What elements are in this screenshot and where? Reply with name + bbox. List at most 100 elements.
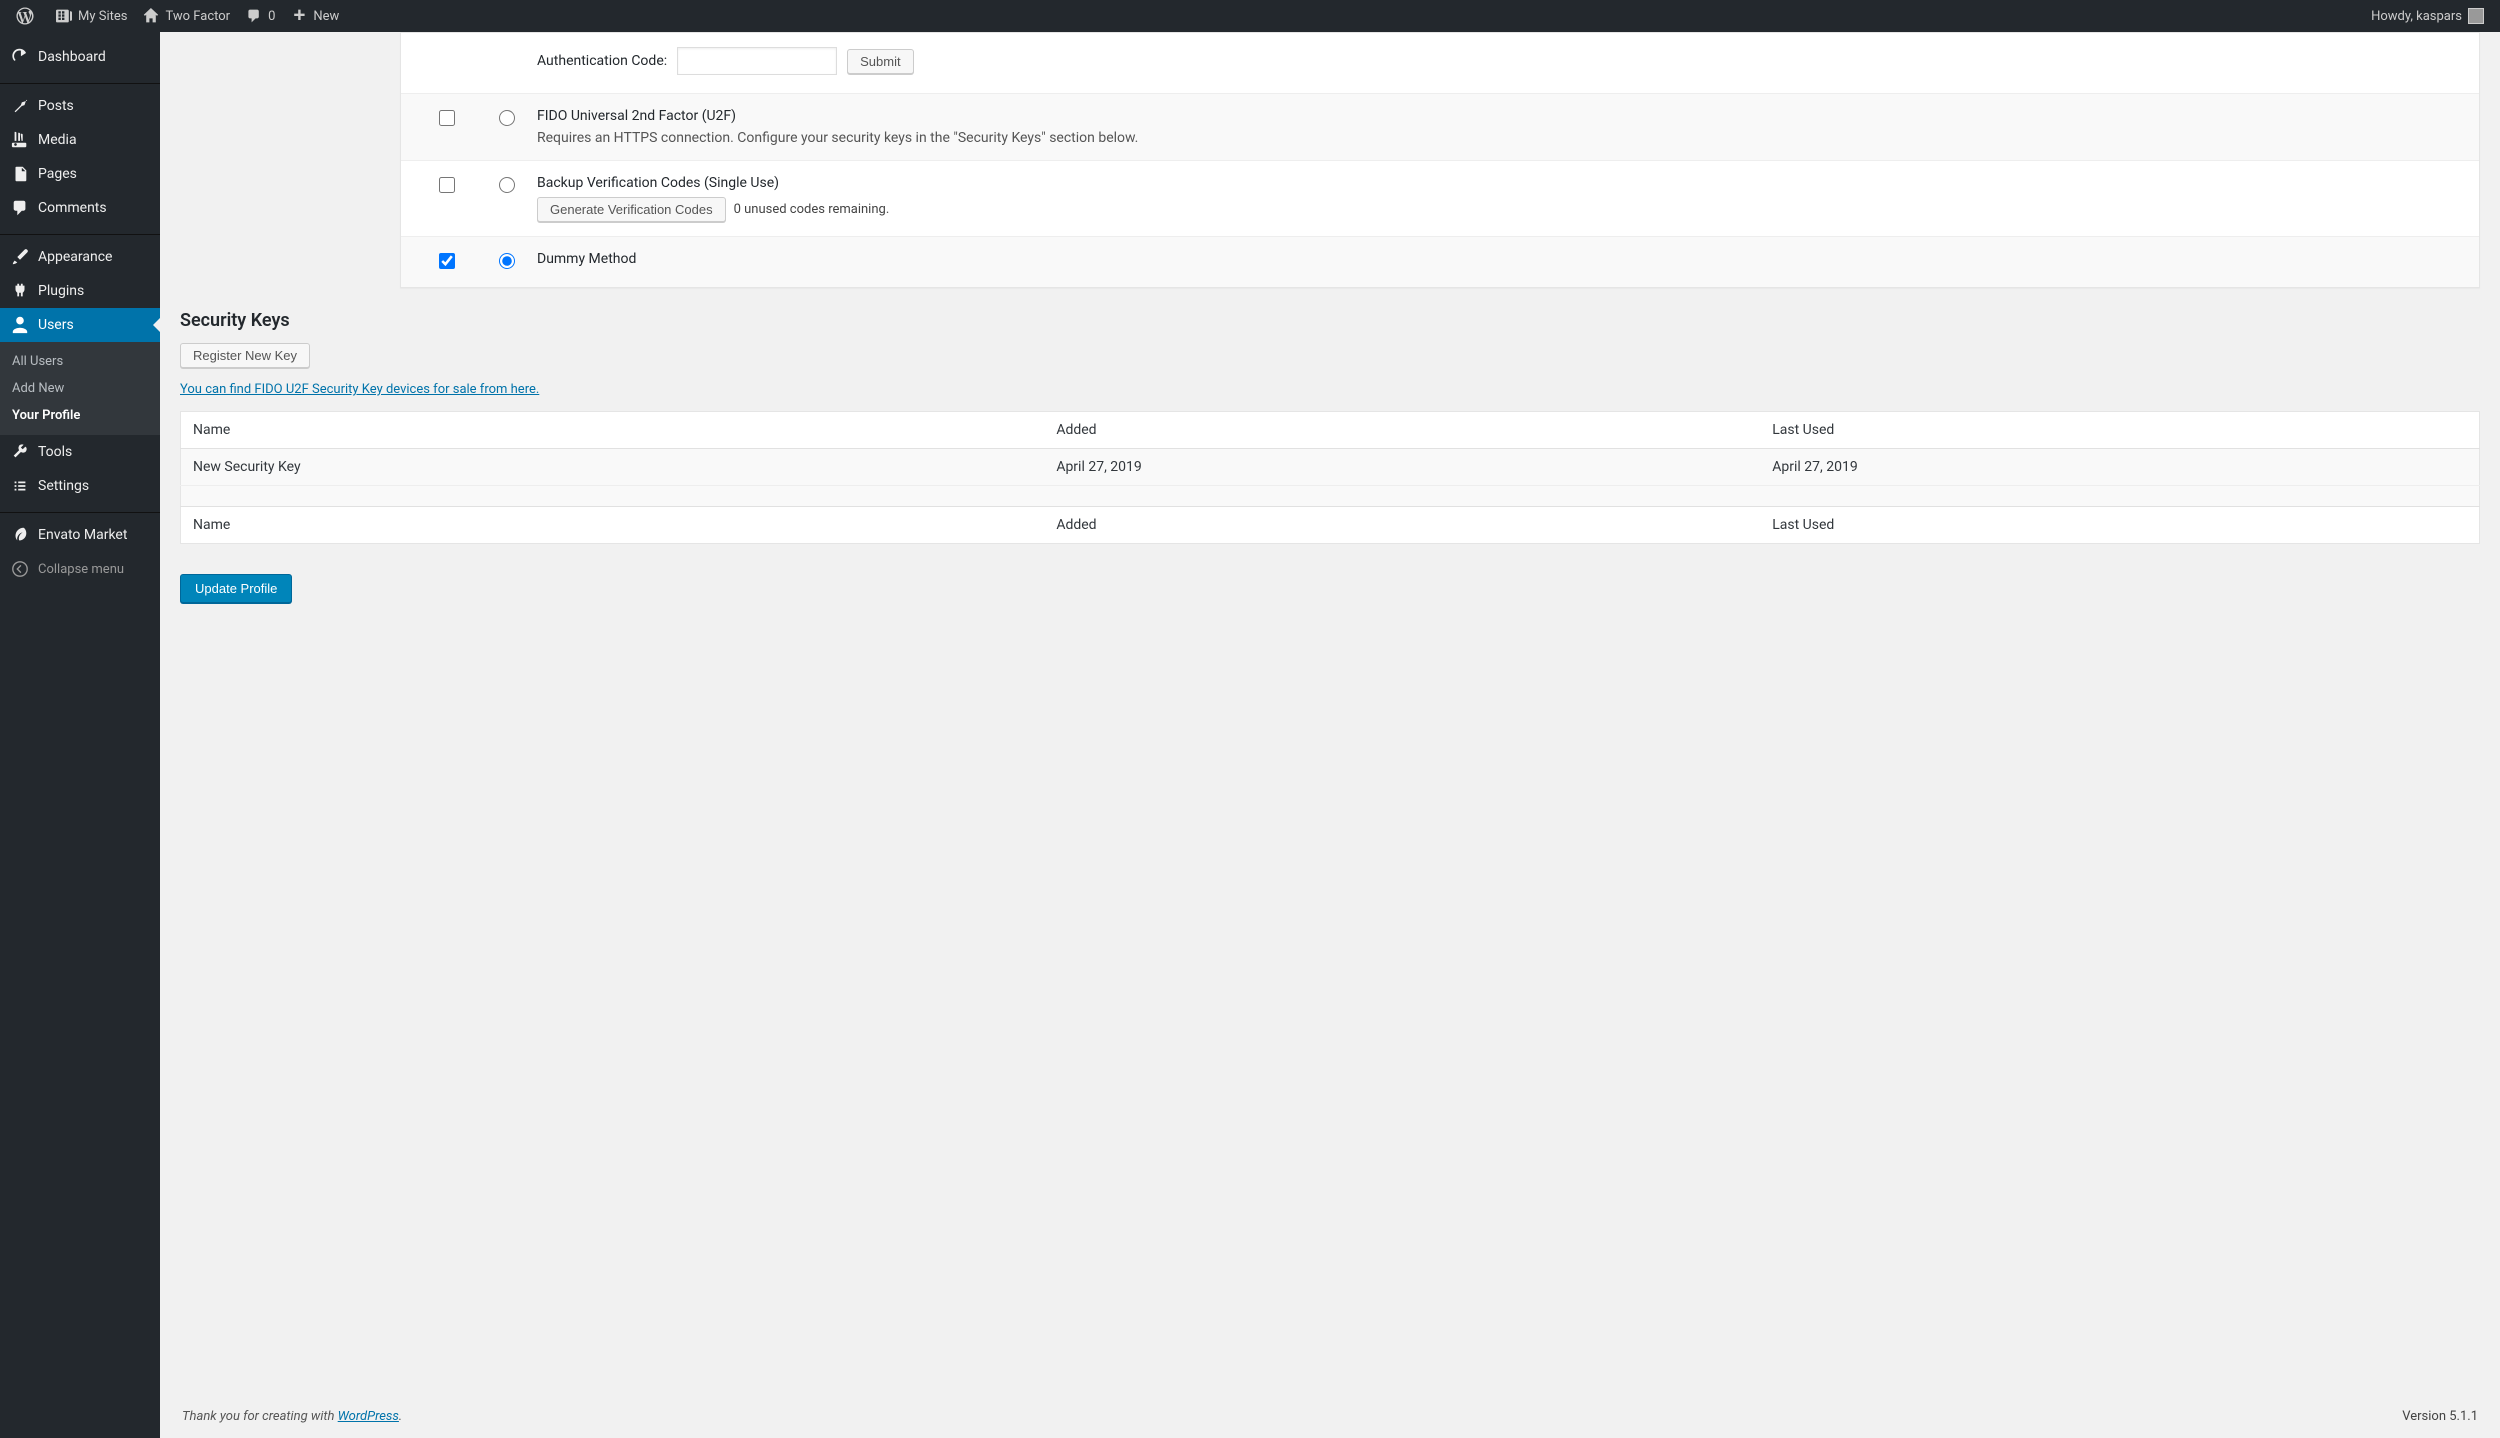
wrench-icon <box>10 443 30 461</box>
collapse-icon <box>10 560 30 578</box>
submit-button[interactable]: Submit <box>847 49 913 74</box>
my-account[interactable]: Howdy, kaspars <box>2363 0 2492 32</box>
main-content: Authentication Code: Submit FIDO Univers… <box>160 32 2500 1438</box>
sidebar-label: Posts <box>38 98 74 114</box>
pin-icon <box>10 97 30 115</box>
fido-enable-checkbox[interactable] <box>439 110 455 126</box>
backup-title: Backup Verification Codes (Single Use) <box>537 175 2463 191</box>
new-content[interactable]: New <box>283 0 347 32</box>
collapse-label: Collapse menu <box>38 562 124 577</box>
page-icon <box>10 165 30 183</box>
menu-separator <box>0 79 160 84</box>
two-factor-table: Authentication Code: Submit FIDO Univers… <box>400 32 2480 288</box>
sidebar-label: Settings <box>38 478 89 494</box>
wordpress-link[interactable]: WordPress <box>338 1409 399 1424</box>
tf-added: Added <box>1044 507 1760 544</box>
wp-logo[interactable] <box>8 0 48 32</box>
dummy-enable-checkbox[interactable] <box>439 253 455 269</box>
my-sites[interactable]: My Sites <box>48 0 135 32</box>
factor-row-backup: Backup Verification Codes (Single Use) G… <box>401 161 2479 237</box>
plugin-icon <box>10 282 30 300</box>
settings-icon <box>10 477 30 495</box>
sidebar-label: Comments <box>38 200 107 216</box>
register-key-button[interactable]: Register New Key <box>180 343 310 368</box>
factor-row-dummy: Dummy Method <box>401 237 2479 287</box>
dummy-primary-radio[interactable] <box>499 253 515 269</box>
my-sites-label: My Sites <box>78 9 127 24</box>
sidebar-item-envato[interactable]: Envato Market <box>0 518 160 552</box>
avatar <box>2468 8 2484 24</box>
comments-bubble[interactable]: 0 <box>238 0 283 32</box>
menu-separator <box>0 508 160 513</box>
sidebar-item-comments[interactable]: Comments <box>0 191 160 225</box>
fido-primary-radio[interactable] <box>499 110 515 126</box>
security-keys-heading: Security Keys <box>180 310 2480 331</box>
factor-row-authcode: Authentication Code: Submit <box>401 33 2479 94</box>
submenu-add-new[interactable]: Add New <box>0 375 160 402</box>
admin-bar-left: My Sites Two Factor 0 New <box>8 0 347 32</box>
admin-bar-right: Howdy, kaspars <box>2363 0 2492 32</box>
find-devices-link[interactable]: You can find FIDO U2F Security Key devic… <box>180 382 539 397</box>
backup-primary-radio[interactable] <box>499 177 515 193</box>
footer-thank: Thank you for creating with WordPress. <box>182 1409 402 1424</box>
dummy-title: Dummy Method <box>537 251 2463 267</box>
admin-sidebar: Dashboard Posts Media Pages Comments <box>0 32 160 1438</box>
submenu-all-users[interactable]: All Users <box>0 348 160 375</box>
submenu-your-profile[interactable]: Your Profile <box>0 402 160 429</box>
admin-bar: My Sites Two Factor 0 New Howdy, kaspars <box>0 0 2500 32</box>
tf-lastused: Last Used <box>1760 507 2479 544</box>
sidebar-item-tools[interactable]: Tools <box>0 435 160 469</box>
howdy-text: Howdy, kaspars <box>2371 9 2462 24</box>
update-profile-button[interactable]: Update Profile <box>180 574 292 603</box>
sidebar-label: Appearance <box>38 249 112 265</box>
sidebar-label: Tools <box>38 444 72 460</box>
site-name-label: Two Factor <box>165 9 230 24</box>
media-icon <box>10 131 30 149</box>
comment-count: 0 <box>268 9 275 24</box>
fido-title: FIDO Universal 2nd Factor (U2F) <box>537 108 2463 124</box>
auth-code-label: Authentication Code: <box>537 53 667 69</box>
sidebar-item-pages[interactable]: Pages <box>0 157 160 191</box>
collapse-menu[interactable]: Collapse menu <box>0 552 160 586</box>
backup-enable-checkbox[interactable] <box>439 177 455 193</box>
auth-code-input[interactable] <box>677 47 837 75</box>
sidebar-item-dashboard[interactable]: Dashboard <box>0 40 160 74</box>
backup-status: 0 unused codes remaining. <box>734 202 890 217</box>
comment-icon <box>246 8 262 24</box>
sidebar-item-appearance[interactable]: Appearance <box>0 240 160 274</box>
brush-icon <box>10 248 30 266</box>
sidebar-label: Media <box>38 132 77 148</box>
sidebar-label: Dashboard <box>38 49 106 65</box>
security-keys-table: Name Added Last Used New Security Key Ap… <box>180 411 2480 544</box>
plus-icon <box>291 8 307 24</box>
sidebar-label: Plugins <box>38 283 84 299</box>
th-name[interactable]: Name <box>181 412 1045 449</box>
version-text: Version 5.1.1 <box>2402 1409 2478 1424</box>
comments-icon <box>10 199 30 217</box>
table-row-spacer <box>181 486 2480 507</box>
user-icon <box>10 316 30 334</box>
cell-added: April 27, 2019 <box>1044 449 1760 486</box>
menu-separator <box>0 230 160 235</box>
sites-icon <box>56 8 72 24</box>
sidebar-item-users[interactable]: Users <box>0 308 160 342</box>
cell-name: New Security Key <box>181 449 1045 486</box>
th-lastused[interactable]: Last Used <box>1760 412 2479 449</box>
sidebar-label: Pages <box>38 166 77 182</box>
generate-codes-button[interactable]: Generate Verification Codes <box>537 197 726 222</box>
sidebar-item-posts[interactable]: Posts <box>0 89 160 123</box>
sidebar-label: Users <box>38 317 74 333</box>
dashboard-icon <box>10 48 30 66</box>
cell-lastused: April 27, 2019 <box>1760 449 2479 486</box>
leaf-icon <box>10 526 30 544</box>
home-icon <box>143 8 159 24</box>
sidebar-item-settings[interactable]: Settings <box>0 469 160 503</box>
site-name[interactable]: Two Factor <box>135 0 238 32</box>
sidebar-item-plugins[interactable]: Plugins <box>0 274 160 308</box>
th-added[interactable]: Added <box>1044 412 1760 449</box>
sidebar-label: Envato Market <box>38 527 127 543</box>
new-label: New <box>313 9 339 24</box>
tf-name: Name <box>181 507 1045 544</box>
users-submenu: All Users Add New Your Profile <box>0 342 160 435</box>
sidebar-item-media[interactable]: Media <box>0 123 160 157</box>
